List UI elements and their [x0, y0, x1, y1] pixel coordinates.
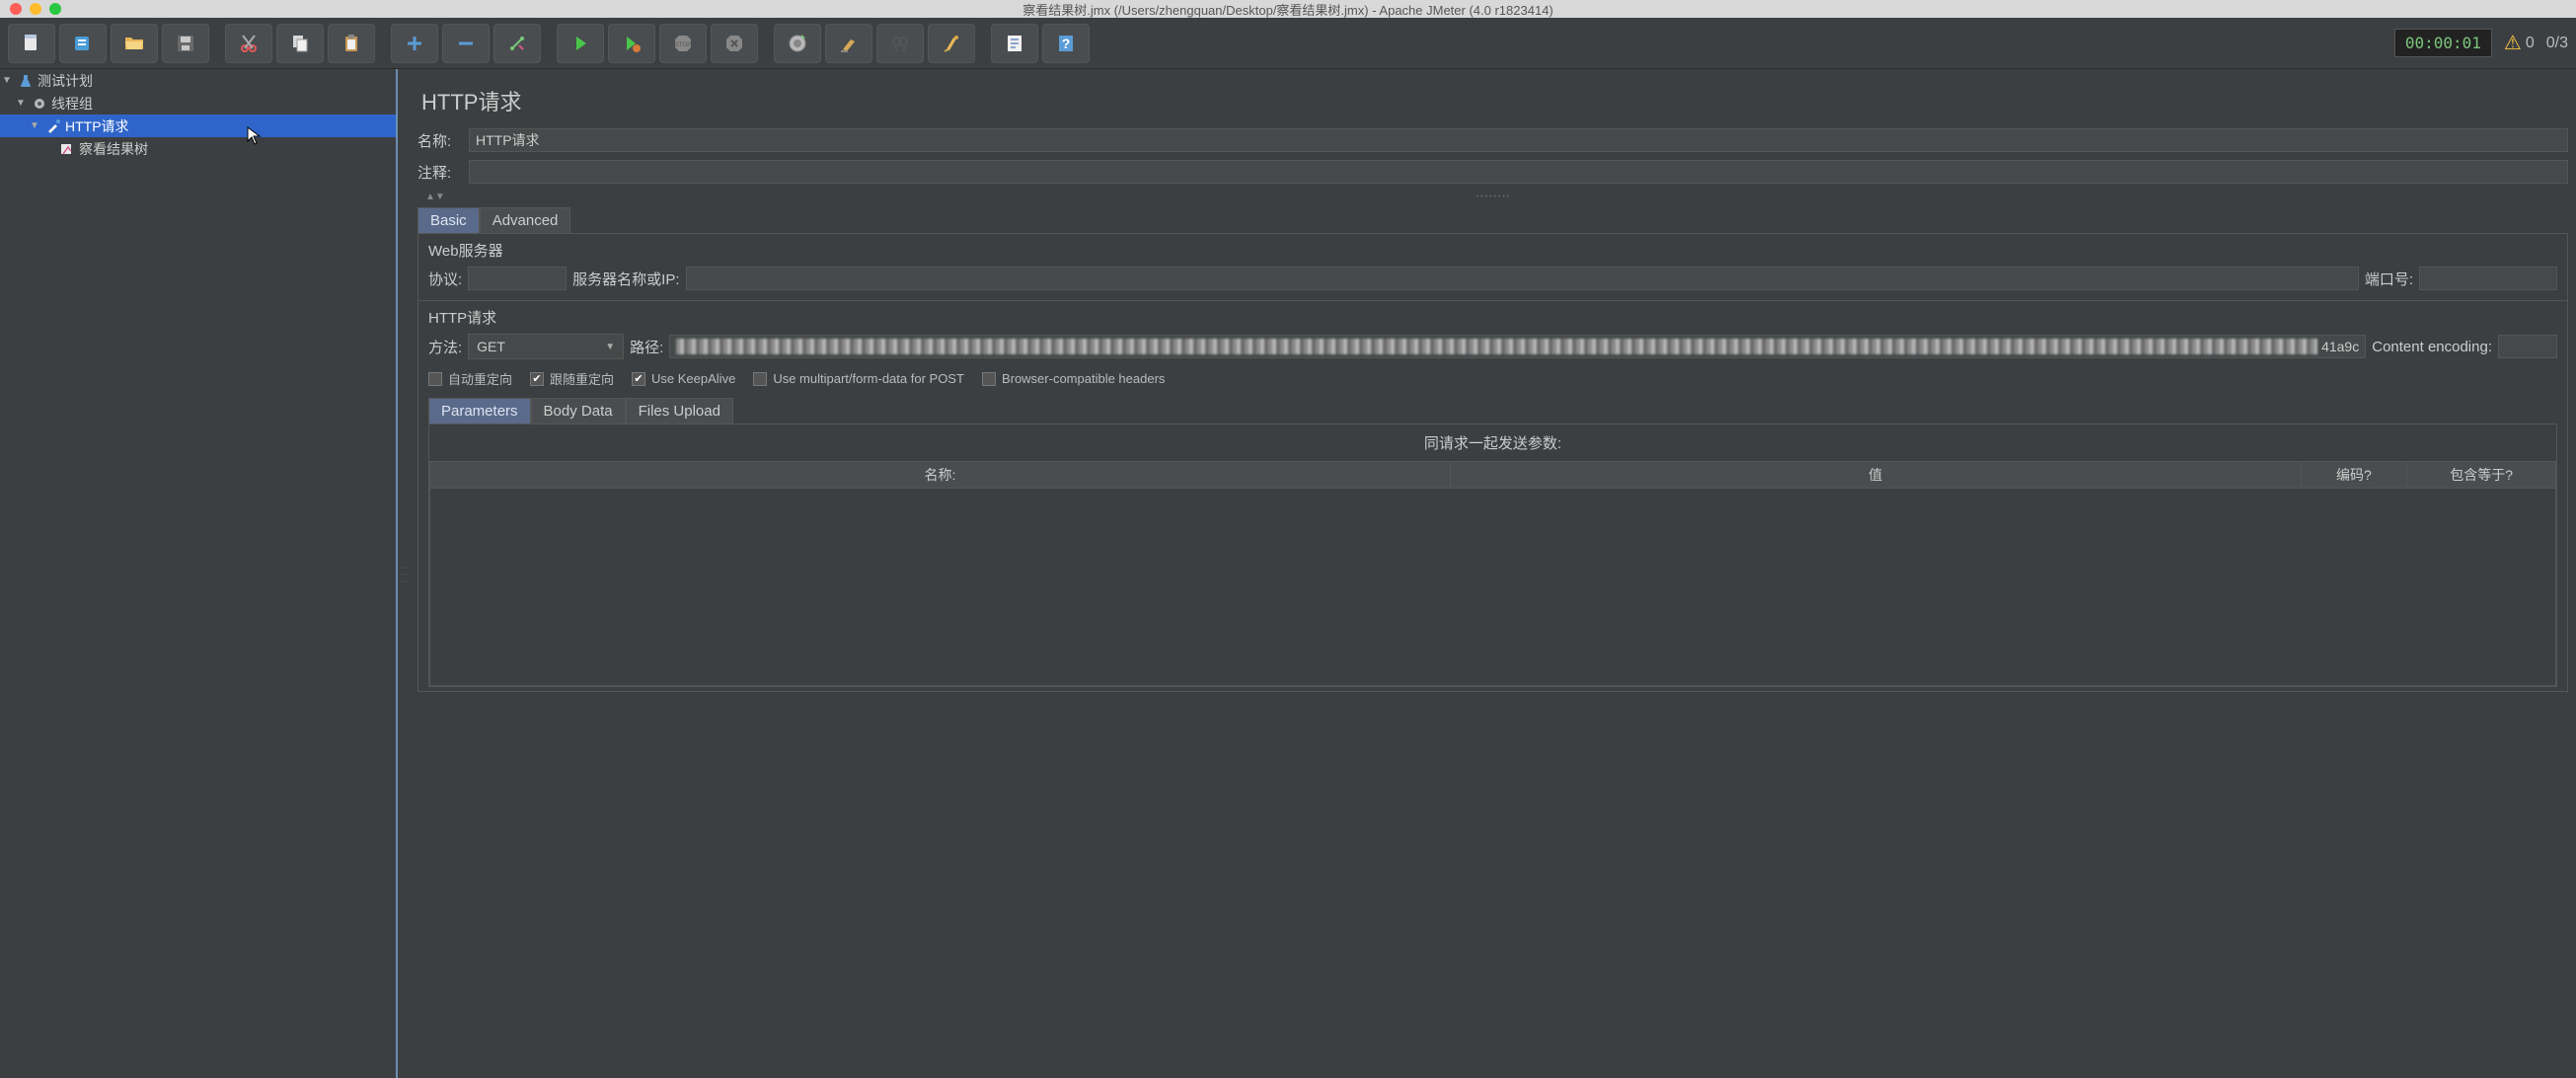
tree-item-thread-group[interactable]: ▼ 线程组: [0, 92, 396, 115]
toggle-button[interactable]: [493, 24, 541, 63]
main-toolbar: STOP ? 00:00:01 ⚠ 0 0/3: [0, 18, 2576, 69]
multipart-check[interactable]: Use multipart/form-data for POST: [753, 371, 964, 386]
collapse-handle[interactable]: ▲▼ • • • • • • • •: [417, 192, 2568, 201]
maximize-window-button[interactable]: [49, 3, 61, 15]
web-server-fieldset: Web服务器 协议: 服务器名称或IP: 端口号:: [417, 233, 2568, 301]
grip-icon: ⋮⋮⋮: [400, 564, 409, 584]
content-panel: HTTP请求 名称: 注释: ▲▼ • • • • • • • • Basic …: [410, 69, 2576, 1078]
svg-text:?: ?: [1062, 36, 1071, 51]
col-value[interactable]: 值: [1450, 462, 2301, 489]
results-icon: [59, 141, 75, 157]
copy-button[interactable]: [276, 24, 324, 63]
params-table-body[interactable]: [429, 489, 2556, 686]
open-button[interactable]: [111, 24, 158, 63]
col-name[interactable]: 名称:: [430, 462, 1451, 489]
method-label: 方法:: [428, 337, 462, 357]
tree-panel[interactable]: ▼ 测试计划 ▼ 线程组 ▼ HTTP请求 察看结果树: [0, 69, 398, 1078]
tree-item-test-plan[interactable]: ▼ 测试计划: [0, 69, 396, 92]
dropper-icon: [45, 118, 61, 134]
config-tabs: Basic Advanced: [417, 207, 2568, 234]
stop-button[interactable]: STOP: [659, 24, 707, 63]
browser-compat-check[interactable]: Browser-compatible headers: [982, 371, 1165, 386]
web-server-title: Web服务器: [428, 240, 2557, 261]
auto-redirect-check[interactable]: 自动重定向: [428, 369, 512, 388]
window-title: 察看结果树.jmx (/Users/zhengquan/Desktop/察看结果…: [8, 0, 2568, 19]
encoding-label: Content encoding:: [2372, 339, 2492, 355]
col-include-equals[interactable]: 包含等于?: [2407, 462, 2556, 489]
tree-item-results-tree[interactable]: 察看结果树: [0, 137, 396, 160]
save-button[interactable]: [162, 24, 209, 63]
cut-button[interactable]: [225, 24, 272, 63]
server-label: 服务器名称或IP:: [572, 269, 679, 289]
flask-icon: [18, 73, 34, 89]
name-input[interactable]: [469, 128, 2568, 152]
protocol-label: 协议:: [428, 269, 462, 289]
col-encode[interactable]: 编码?: [2301, 462, 2407, 489]
templates-button[interactable]: [59, 24, 107, 63]
minimize-window-button[interactable]: [30, 3, 41, 15]
http-request-title: HTTP请求: [428, 307, 2557, 328]
start-button[interactable]: [557, 24, 604, 63]
keepalive-check[interactable]: Use KeepAlive: [632, 371, 735, 386]
help-button[interactable]: ?: [1042, 24, 1090, 63]
function-helper-button[interactable]: [991, 24, 1038, 63]
vertical-splitter[interactable]: ⋮⋮⋮: [398, 69, 410, 1078]
thread-ratio: 0/3: [2546, 35, 2568, 52]
method-select[interactable]: GET ▼: [468, 334, 624, 359]
method-value: GET: [477, 339, 505, 354]
http-request-fieldset: HTTP请求 方法: GET ▼ 路径: 41a9c Content encod…: [417, 300, 2568, 692]
comment-label: 注释:: [417, 162, 469, 183]
tree-expand-icon[interactable]: ▼: [16, 98, 28, 109]
tab-body-data[interactable]: Body Data: [531, 398, 626, 424]
warning-icon: ⚠: [2504, 31, 2522, 55]
follow-redirect-check[interactable]: 跟随重定向: [530, 369, 614, 388]
port-input[interactable]: [2419, 267, 2557, 290]
name-label: 名称:: [417, 130, 469, 151]
search-button[interactable]: [876, 24, 924, 63]
new-button[interactable]: [8, 24, 55, 63]
collapse-arrows-icon: ▲▼: [425, 192, 445, 202]
params-header: 同请求一起发送参数:: [429, 424, 2556, 461]
chevron-down-icon: ▼: [605, 342, 615, 352]
protocol-input[interactable]: [468, 267, 567, 290]
paste-button[interactable]: [328, 24, 375, 63]
timer-display: 00:00:01: [2394, 29, 2492, 57]
tree-expand-icon[interactable]: ▼: [30, 120, 41, 131]
tree-expand-icon[interactable]: ▼: [2, 75, 14, 86]
encoding-input[interactable]: [2498, 335, 2557, 358]
collapse-button[interactable]: [442, 24, 490, 63]
clear-button[interactable]: [774, 24, 821, 63]
start-no-pause-button[interactable]: [608, 24, 655, 63]
path-input[interactable]: 41a9c: [669, 335, 2366, 358]
svg-text:STOP: STOP: [675, 42, 691, 48]
tab-basic[interactable]: Basic: [417, 207, 480, 234]
reset-search-button[interactable]: [928, 24, 975, 63]
params-table[interactable]: 名称: 值 编码? 包含等于?: [429, 461, 2556, 489]
tab-files-upload[interactable]: Files Upload: [626, 398, 733, 424]
port-label: 端口号:: [2365, 269, 2413, 289]
comment-input[interactable]: [469, 160, 2568, 184]
obscured-path-content: [676, 339, 2317, 354]
warning-indicator[interactable]: ⚠ 0: [2504, 31, 2535, 55]
tab-parameters[interactable]: Parameters: [428, 398, 531, 424]
window-titlebar: 察看结果树.jmx (/Users/zhengquan/Desktop/察看结果…: [0, 0, 2576, 18]
close-window-button[interactable]: [10, 3, 22, 15]
tab-advanced[interactable]: Advanced: [480, 207, 571, 234]
grip-icon: • • • • • • • •: [1477, 193, 1509, 200]
panel-title: HTTP请求: [421, 85, 2568, 116]
warning-count: 0: [2526, 35, 2535, 52]
server-input[interactable]: [686, 267, 2359, 290]
clear-all-button[interactable]: [825, 24, 872, 63]
gear-icon: [32, 96, 47, 112]
path-suffix: 41a9c: [2321, 339, 2359, 354]
path-label: 路径:: [630, 337, 663, 357]
expand-button[interactable]: [391, 24, 438, 63]
shutdown-button[interactable]: [711, 24, 758, 63]
body-subtabs: Parameters Body Data Files Upload: [428, 398, 2557, 424]
tree-item-http-request[interactable]: ▼ HTTP请求: [0, 115, 396, 137]
